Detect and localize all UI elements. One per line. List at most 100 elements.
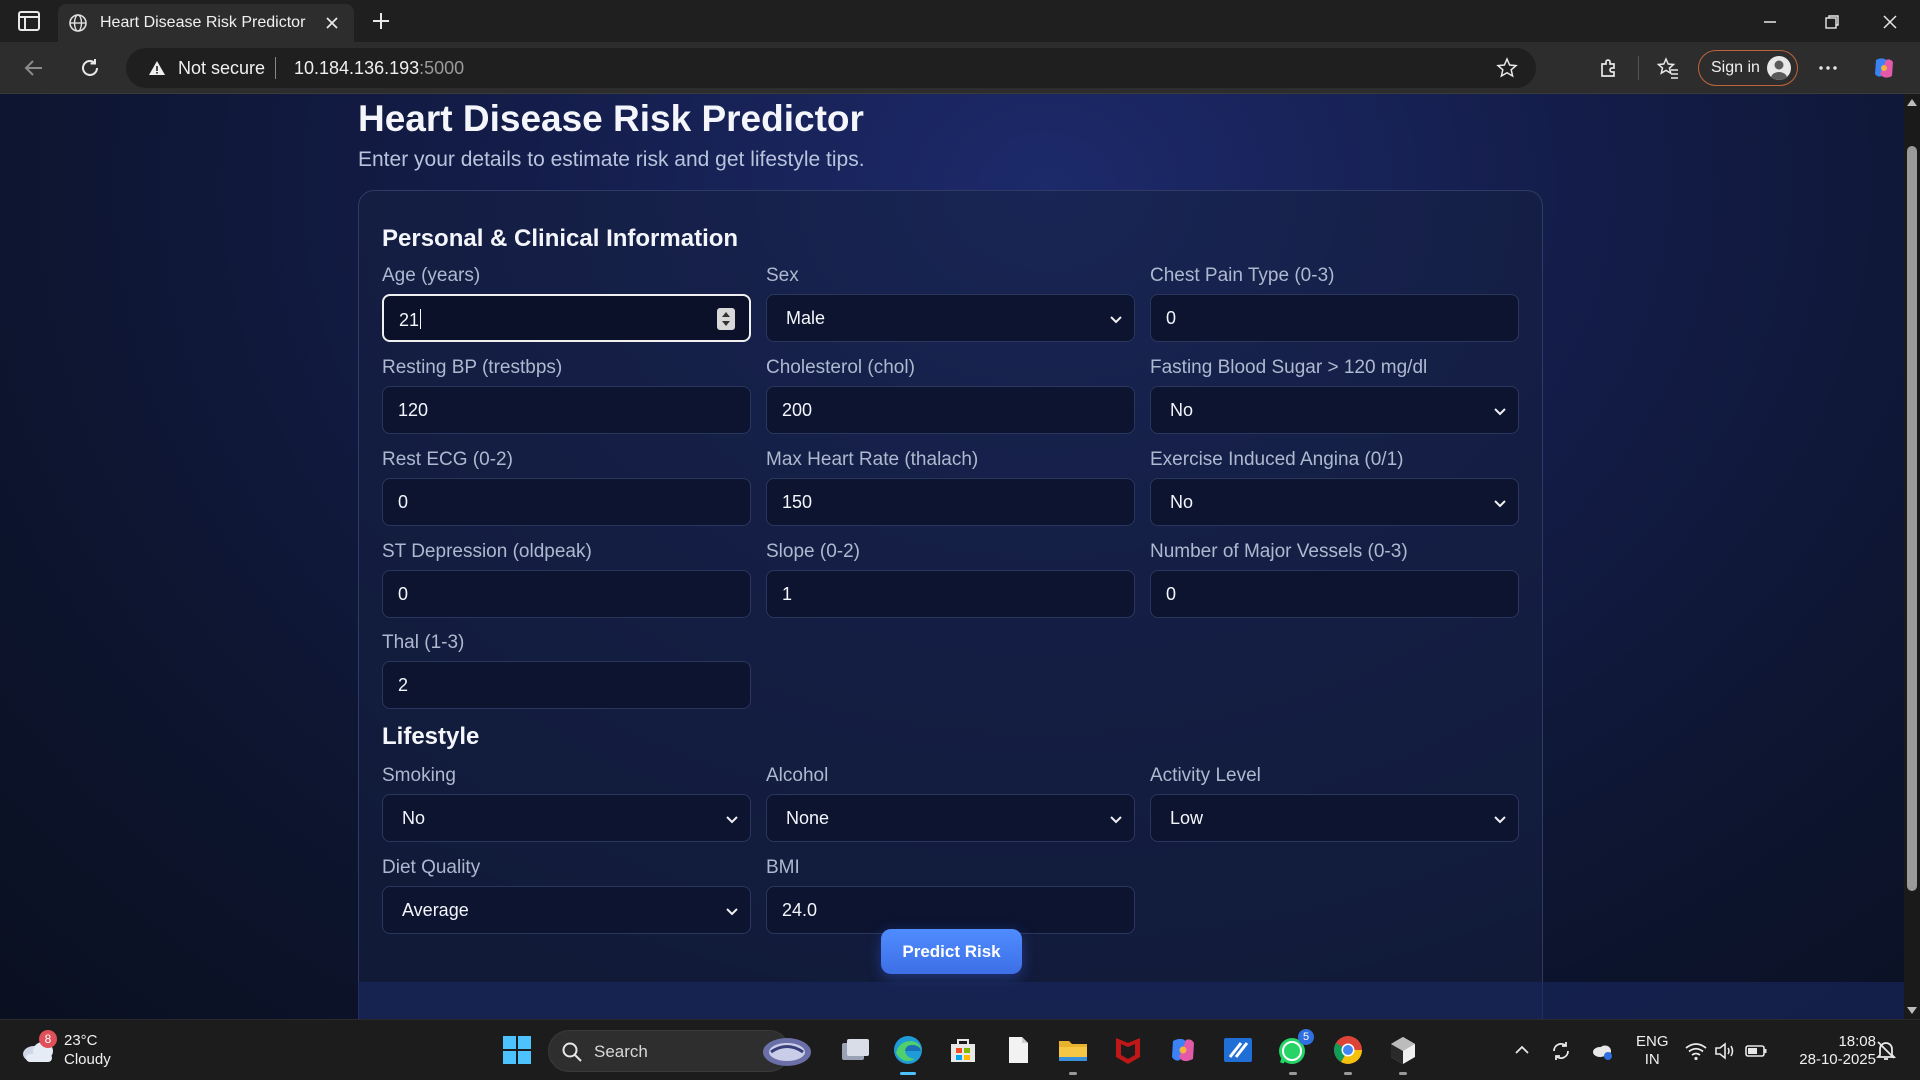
address-bar[interactable]: Not secure 10.184.136.193:5000 bbox=[126, 48, 1536, 88]
cursor-taskbar-app[interactable] bbox=[1386, 1033, 1420, 1075]
sex-value: Male bbox=[786, 308, 826, 328]
activity-level-select[interactable]: Low bbox=[1150, 794, 1519, 842]
remote-desktop-taskbar-app[interactable] bbox=[1221, 1033, 1255, 1067]
cholesterol-input[interactable]: 200 bbox=[766, 386, 1135, 434]
cholesterol-value: 200 bbox=[782, 400, 813, 420]
age-input[interactable]: 21 bbox=[382, 294, 751, 342]
thal-input[interactable]: 2 bbox=[382, 661, 751, 709]
page-scrollbar[interactable] bbox=[1904, 94, 1920, 1019]
chevron-up-icon[interactable] bbox=[1512, 1040, 1532, 1060]
whatsapp-taskbar-app[interactable]: 5 bbox=[1276, 1029, 1314, 1075]
alcohol-select[interactable]: None bbox=[766, 794, 1135, 842]
task-view-icon bbox=[842, 1039, 869, 1060]
weather-widget[interactable]: 8 23°C Cloudy bbox=[20, 1030, 140, 1072]
restore-icon[interactable] bbox=[1822, 12, 1842, 32]
mcafee-shield-icon bbox=[1116, 1038, 1140, 1064]
major-vessels-value: 0 bbox=[1166, 584, 1177, 604]
input-language[interactable]: ENG IN bbox=[1636, 1033, 1669, 1069]
chest-pain-input[interactable]: 0 bbox=[1150, 294, 1519, 342]
label-activity-level: Activity Level bbox=[1150, 765, 1261, 786]
url-text[interactable]: 10.184.136.193:5000 bbox=[294, 58, 464, 79]
warning-triangle-icon[interactable] bbox=[148, 59, 166, 77]
start-button[interactable] bbox=[500, 1033, 534, 1067]
file-explorer-taskbar-app[interactable] bbox=[1056, 1033, 1090, 1075]
minimize-icon[interactable] bbox=[1760, 12, 1780, 32]
volume-icon[interactable] bbox=[1713, 1039, 1737, 1063]
sex-select[interactable]: Male bbox=[766, 294, 1135, 342]
favorite-star-icon[interactable] bbox=[1496, 57, 1518, 79]
store-taskbar-app[interactable] bbox=[946, 1033, 980, 1067]
max-heart-rate-input[interactable]: 150 bbox=[766, 478, 1135, 526]
url-host: 10.184.136.193 bbox=[294, 58, 420, 78]
exercise-angina-select[interactable]: No bbox=[1150, 478, 1519, 526]
more-options-icon[interactable] bbox=[1816, 56, 1840, 80]
major-vessels-input[interactable]: 0 bbox=[1150, 570, 1519, 618]
edge-taskbar-app[interactable] bbox=[891, 1033, 925, 1075]
scroll-down-arrow-icon[interactable] bbox=[1907, 1007, 1917, 1015]
rest-ecg-value: 0 bbox=[398, 492, 409, 512]
exercise-angina-value: No bbox=[1170, 492, 1194, 512]
sign-in-label: Sign in bbox=[1711, 59, 1760, 76]
tab-actions-icon[interactable] bbox=[16, 9, 42, 33]
language-code: ENG bbox=[1636, 1033, 1669, 1050]
close-tab-icon[interactable] bbox=[324, 15, 340, 31]
rest-ecg-input[interactable]: 0 bbox=[382, 478, 751, 526]
mcafee-taskbar-app[interactable] bbox=[1111, 1033, 1145, 1067]
tab-strip: Heart Disease Risk Predictor bbox=[0, 0, 1920, 42]
close-window-icon[interactable] bbox=[1880, 12, 1900, 32]
slope-value: 1 bbox=[782, 584, 793, 604]
running-app-indicator bbox=[1069, 1072, 1077, 1075]
windows-taskbar: 8 23°C Cloudy Search 5 ENG IN 18:08 28-1… bbox=[0, 1019, 1920, 1080]
smoking-select[interactable]: No bbox=[382, 794, 751, 842]
number-spinner-icon[interactable] bbox=[717, 308, 735, 330]
diet-quality-select[interactable]: Average bbox=[382, 886, 751, 934]
sync-icon[interactable] bbox=[1549, 1039, 1573, 1063]
url-port: :5000 bbox=[419, 58, 465, 78]
notification-bell-icon[interactable] bbox=[1874, 1038, 1898, 1062]
notepad-taskbar-app[interactable] bbox=[1001, 1033, 1035, 1067]
taskbar-search[interactable]: Search bbox=[548, 1030, 811, 1072]
chrome-taskbar-app[interactable] bbox=[1331, 1033, 1365, 1075]
weather-alert-badge: 8 bbox=[39, 1030, 57, 1048]
label-chest-pain: Chest Pain Type (0-3) bbox=[1150, 265, 1335, 286]
predict-risk-button[interactable]: Predict Risk bbox=[881, 929, 1022, 974]
scrollbar-thumb[interactable] bbox=[1907, 146, 1917, 891]
scroll-up-arrow-icon[interactable] bbox=[1907, 98, 1917, 106]
tab-title: Heart Disease Risk Predictor bbox=[100, 14, 306, 31]
back-arrow-icon[interactable] bbox=[22, 56, 46, 80]
reload-icon[interactable] bbox=[78, 56, 102, 80]
label-rest-ecg: Rest ECG (0-2) bbox=[382, 449, 513, 470]
copilot-taskbar-app[interactable] bbox=[1166, 1033, 1200, 1067]
extensions-icon[interactable] bbox=[1596, 56, 1620, 80]
battery-icon[interactable] bbox=[1744, 1039, 1768, 1063]
chevron-down-icon bbox=[1110, 316, 1122, 324]
st-depression-input[interactable]: 0 bbox=[382, 570, 751, 618]
page-subtitle: Enter your details to estimate risk and … bbox=[358, 148, 865, 171]
section-title-lifestyle: Lifestyle bbox=[382, 723, 480, 750]
bmi-input[interactable]: 24.0 bbox=[766, 886, 1135, 934]
sign-in-button[interactable]: Sign in bbox=[1698, 50, 1798, 86]
resting-bp-input[interactable]: 120 bbox=[382, 386, 751, 434]
favorites-icon[interactable] bbox=[1656, 56, 1680, 80]
toolbar-divider bbox=[1638, 56, 1639, 80]
slope-input[interactable]: 1 bbox=[766, 570, 1135, 618]
security-status[interactable]: Not secure bbox=[178, 58, 265, 79]
thal-value: 2 bbox=[398, 675, 409, 695]
new-tab-icon[interactable] bbox=[370, 10, 392, 32]
system-clock[interactable]: 18:08 28-10-2025 bbox=[1786, 1033, 1876, 1069]
label-cholesterol: Cholesterol (chol) bbox=[766, 357, 915, 378]
copilot-icon[interactable] bbox=[1870, 54, 1898, 82]
task-view-button[interactable] bbox=[838, 1033, 872, 1067]
search-label: Search bbox=[594, 1042, 648, 1061]
browser-tab-active[interactable]: Heart Disease Risk Predictor bbox=[58, 4, 354, 42]
chevron-down-icon bbox=[1494, 408, 1506, 416]
chevron-down-icon bbox=[726, 908, 738, 916]
address-separator bbox=[275, 57, 276, 79]
wifi-icon[interactable] bbox=[1684, 1039, 1708, 1063]
store-icon bbox=[951, 1039, 975, 1062]
onedrive-cloud-icon[interactable] bbox=[1590, 1039, 1614, 1063]
edge-icon bbox=[894, 1036, 922, 1064]
fasting-blood-sugar-select[interactable]: No bbox=[1150, 386, 1519, 434]
page-viewport: Heart Disease Risk Predictor Enter your … bbox=[0, 94, 1904, 1019]
running-app-indicator bbox=[1289, 1072, 1297, 1075]
